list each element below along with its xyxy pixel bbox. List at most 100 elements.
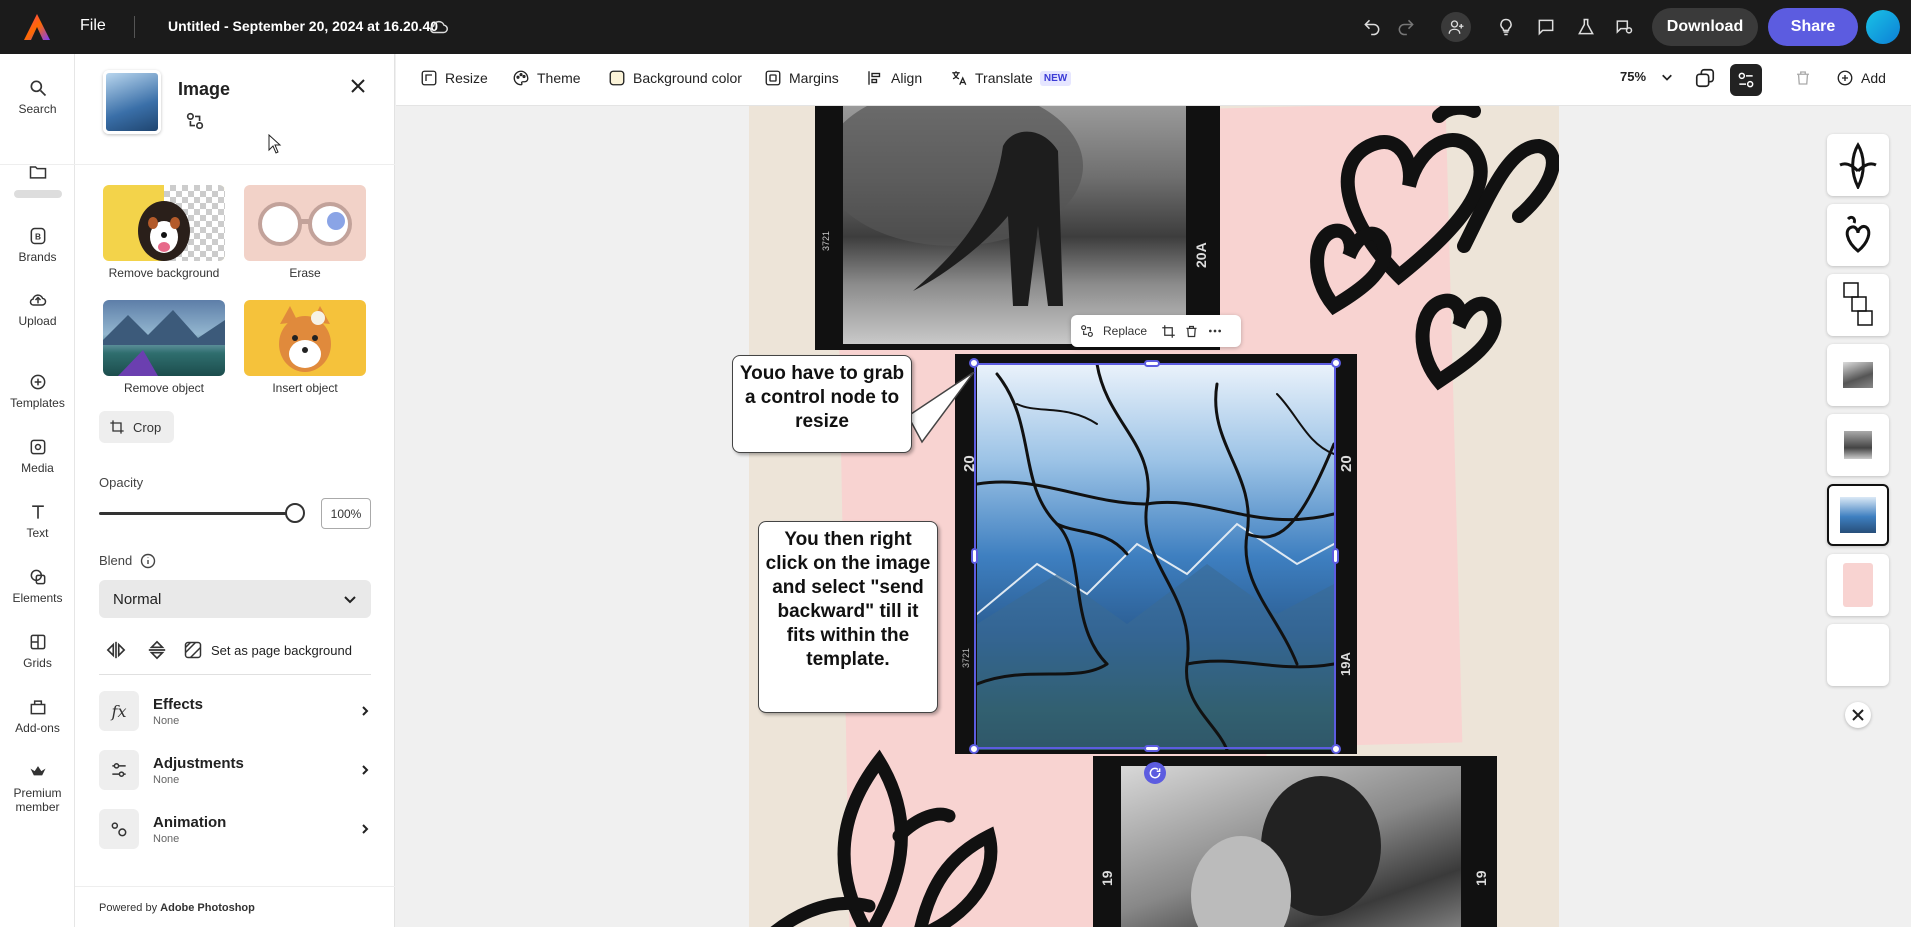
invite-user-icon[interactable] (1441, 12, 1471, 42)
rail-files[interactable] (0, 162, 75, 198)
insert-object-tool[interactable] (244, 300, 366, 376)
rail-premium[interactable]: Premium member (0, 762, 75, 814)
crop-button[interactable]: Crop (99, 411, 174, 443)
layers-button[interactable] (1694, 67, 1716, 89)
more-icon[interactable] (1207, 323, 1223, 339)
layer-thumb-background[interactable] (1827, 624, 1889, 686)
rail-templates[interactable]: Templates (0, 372, 75, 410)
close-layers-button[interactable] (1845, 702, 1871, 728)
mouse-cursor-icon (268, 134, 282, 154)
align-button[interactable]: Align (866, 69, 922, 87)
resize-button[interactable]: Resize (420, 69, 488, 87)
trash-icon[interactable] (1184, 324, 1199, 339)
rail-upload[interactable]: Upload (0, 290, 75, 328)
align-icon (868, 71, 881, 85)
background-color-icon (609, 70, 625, 86)
rail-elements[interactable]: Elements (0, 567, 75, 605)
film-number: 19 (1099, 870, 1115, 886)
lightbulb-icon[interactable] (1494, 15, 1518, 39)
resize-handle-left[interactable] (971, 548, 978, 564)
rail-brands[interactable]: B Brands (0, 226, 75, 264)
crop-icon[interactable] (1161, 324, 1176, 339)
layer-thumb-frames[interactable] (1827, 274, 1889, 336)
insert-object-label: Insert object (272, 381, 338, 395)
new-badge: NEW (1039, 70, 1072, 86)
search-icon (30, 80, 46, 97)
rotate-handle[interactable] (1144, 762, 1166, 784)
adobe-express-logo-icon[interactable] (22, 12, 52, 42)
comment-icon[interactable] (1534, 15, 1558, 39)
avatar[interactable] (1866, 10, 1900, 44)
translate-button[interactable]: Translate NEW (950, 69, 1072, 87)
chevron-down-icon (344, 596, 356, 604)
opacity-slider-handle[interactable] (285, 503, 305, 523)
set-page-background-button[interactable]: Set as page background (183, 640, 352, 660)
replace-icon[interactable] (1079, 323, 1095, 339)
resize-handle-top-left[interactable] (969, 358, 979, 368)
upload-icon (29, 294, 46, 306)
resize-handle-bottom[interactable] (1144, 745, 1160, 752)
properties-toggle-button[interactable] (1730, 64, 1762, 96)
info-icon[interactable] (140, 553, 156, 569)
layer-thumb-hearts[interactable] (1827, 204, 1889, 266)
zoom-select[interactable]: 75% (1620, 69, 1673, 84)
translate-icon (952, 71, 967, 86)
opacity-label: Opacity (99, 475, 144, 490)
canvas-toolbar: Resize Theme Background color Margins Al… (396, 54, 1911, 106)
layer-thumb-pink-shape[interactable] (1827, 554, 1889, 616)
rail-media[interactable]: Media (0, 437, 75, 475)
animation-section[interactable]: Animation None (99, 807, 371, 851)
add-button[interactable]: Add (1836, 69, 1886, 87)
layer-thumb-photo1[interactable] (1827, 344, 1889, 406)
resize-handle-right[interactable] (1332, 548, 1339, 564)
effects-section[interactable]: fx Effects None (99, 689, 371, 733)
callout-send-backward-hint: You then right click on the image and se… (758, 521, 938, 713)
resize-handle-bottom-right[interactable] (1331, 744, 1341, 754)
redo-icon[interactable] (1394, 15, 1418, 39)
templates-icon (30, 374, 45, 390)
share-button[interactable]: Share (1768, 8, 1858, 46)
flip-vertical-icon[interactable] (146, 640, 168, 660)
remove-background-tool[interactable] (103, 185, 225, 261)
replace-button[interactable]: Replace (1103, 324, 1147, 338)
left-rail: Search B Brands Upload Templates Media T… (0, 54, 75, 927)
margins-button[interactable]: Margins (764, 69, 839, 87)
flip-horizontal-icon[interactable] (105, 640, 127, 660)
undo-icon[interactable] (1360, 15, 1384, 39)
blend-label: Blend (99, 553, 133, 568)
flask-icon[interactable] (1574, 15, 1598, 39)
close-icon[interactable] (350, 78, 366, 94)
download-button[interactable]: Download (1652, 8, 1758, 46)
layer-thumb-selected-image[interactable] (1827, 484, 1889, 546)
canvas-area[interactable]: 3721 20A 19 19 20 20 3721 19A Replace Yo… (396, 106, 1824, 927)
adjustments-section[interactable]: Adjustments None (99, 748, 371, 792)
blend-mode-select[interactable]: Normal (99, 580, 371, 618)
rail-addons[interactable]: Add-ons (0, 697, 75, 735)
crop-icon (110, 420, 124, 434)
delete-button[interactable] (1794, 69, 1812, 87)
opacity-input[interactable]: 100% (321, 498, 371, 529)
share-review-icon[interactable] (1612, 15, 1636, 39)
opacity-slider-track[interactable] (99, 512, 295, 515)
layer-thumb-leaves[interactable] (1827, 134, 1889, 196)
background-color-button[interactable]: Background color (608, 69, 742, 87)
rail-text[interactable]: Text (0, 502, 75, 540)
resize-handle-top-right[interactable] (1331, 358, 1341, 368)
cloud-icon[interactable] (428, 16, 450, 38)
replace-image-icon[interactable] (184, 110, 206, 132)
chevron-right-icon (362, 824, 369, 834)
resize-handle-bottom-left[interactable] (969, 744, 979, 754)
film-number: 19A (1338, 652, 1353, 676)
file-menu[interactable]: File (80, 17, 106, 35)
document-title[interactable]: Untitled - September 20, 2024 at 16.20.4… (168, 18, 438, 34)
divider (75, 886, 395, 887)
erase-tool[interactable] (244, 185, 366, 261)
layer-thumb-photo2[interactable] (1827, 414, 1889, 476)
theme-button[interactable]: Theme (512, 69, 581, 87)
resize-handle-top[interactable] (1144, 360, 1160, 367)
photo-frame-top[interactable]: 3721 20A (815, 106, 1220, 350)
rail-grids[interactable]: Grids (0, 632, 75, 670)
remove-object-tool[interactable] (103, 300, 225, 376)
film-number: 19 (1473, 870, 1489, 886)
rail-search[interactable]: Search (0, 78, 75, 116)
